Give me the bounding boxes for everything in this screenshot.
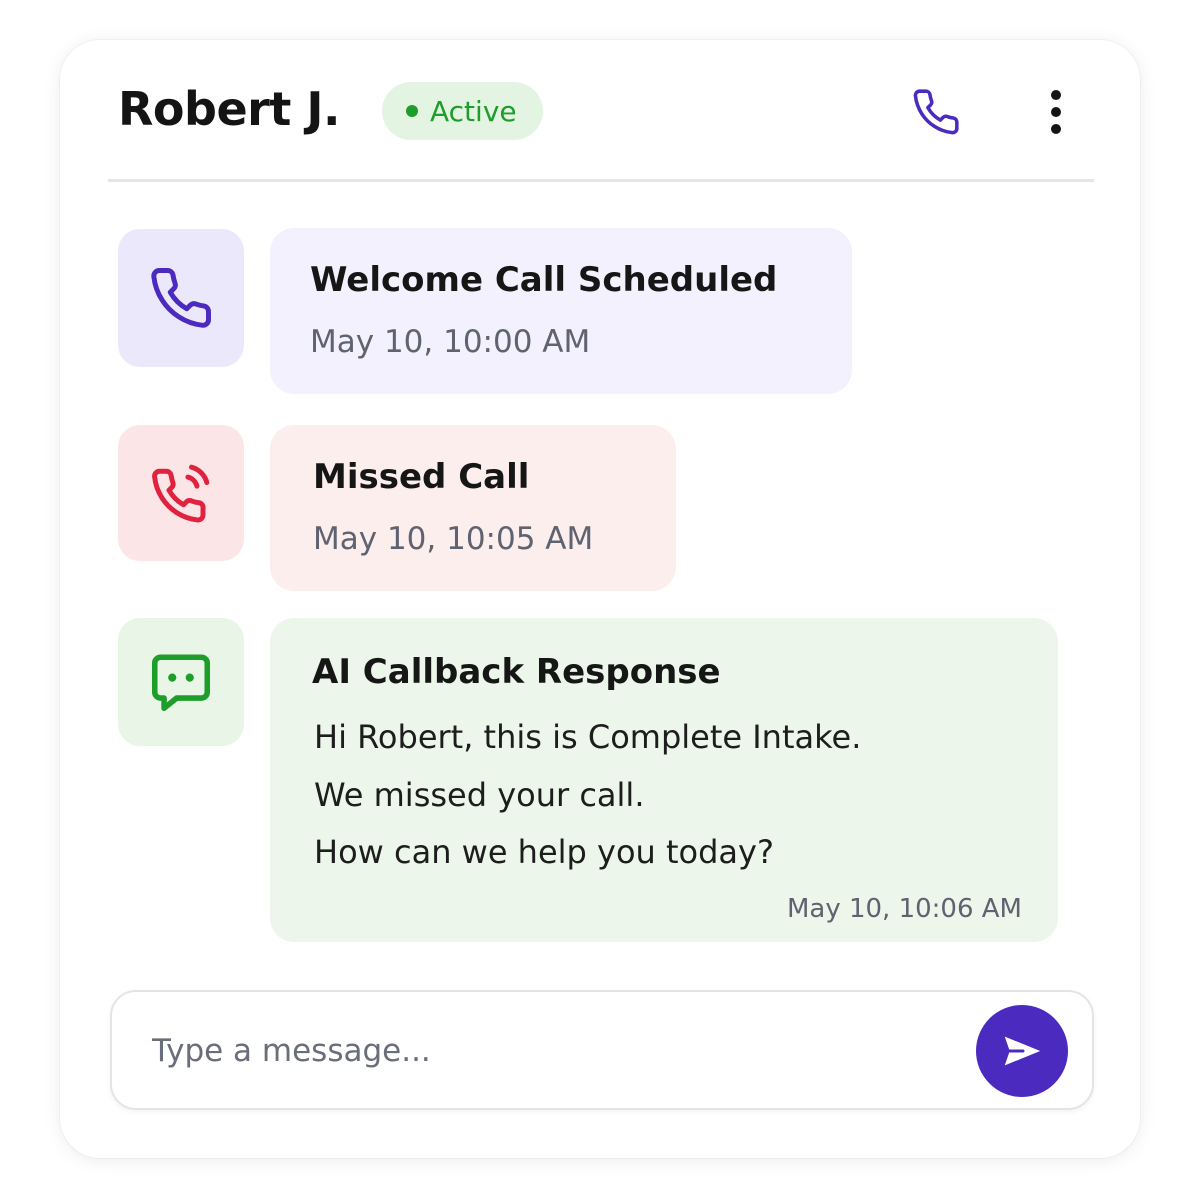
chat-bubble-icon bbox=[151, 654, 211, 712]
event-time: May 10, 10:00 AM bbox=[310, 324, 591, 360]
missed-call-icon-tile bbox=[118, 425, 244, 561]
scheduled-call-icon-tile bbox=[118, 229, 244, 367]
scheduled-call-event: Welcome Call Scheduled May 10, 10:00 AM bbox=[270, 228, 852, 394]
phone-ringing-icon bbox=[152, 464, 210, 523]
status-dot-icon bbox=[406, 105, 418, 117]
more-vertical-icon bbox=[1051, 90, 1061, 100]
more-options-button[interactable] bbox=[1036, 84, 1076, 140]
call-button[interactable] bbox=[908, 84, 964, 140]
ai-response-icon-tile bbox=[118, 618, 244, 746]
event-title: Missed Call bbox=[313, 457, 530, 497]
message-line: How can we help you today? bbox=[314, 833, 774, 871]
status-badge: Active bbox=[382, 82, 543, 140]
phone-icon bbox=[151, 268, 211, 328]
message-composer bbox=[110, 990, 1094, 1110]
phone-icon bbox=[913, 89, 959, 135]
message-time: May 10, 10:06 AM bbox=[786, 894, 1022, 924]
conversation-card: Robert J. Active Welcome Call Scheduled … bbox=[60, 40, 1140, 1158]
message-input[interactable] bbox=[150, 1020, 914, 1082]
message-line: Hi Robert, this is Complete Intake. bbox=[314, 718, 862, 756]
contact-name: Robert J. bbox=[118, 82, 340, 136]
missed-call-event: Missed Call May 10, 10:05 AM bbox=[270, 425, 676, 591]
send-icon bbox=[1004, 1036, 1041, 1066]
status-label: Active bbox=[430, 94, 517, 128]
ai-response-message: AI Callback Response Hi Robert, this is … bbox=[270, 618, 1058, 942]
message-title: AI Callback Response bbox=[312, 652, 721, 692]
conversation-header: Robert J. Active bbox=[60, 40, 1140, 180]
message-line: We missed your call. bbox=[314, 776, 645, 814]
event-title: Welcome Call Scheduled bbox=[310, 260, 778, 300]
event-time: May 10, 10:05 AM bbox=[313, 521, 594, 557]
header-divider bbox=[108, 179, 1094, 182]
send-button[interactable] bbox=[976, 1005, 1068, 1097]
